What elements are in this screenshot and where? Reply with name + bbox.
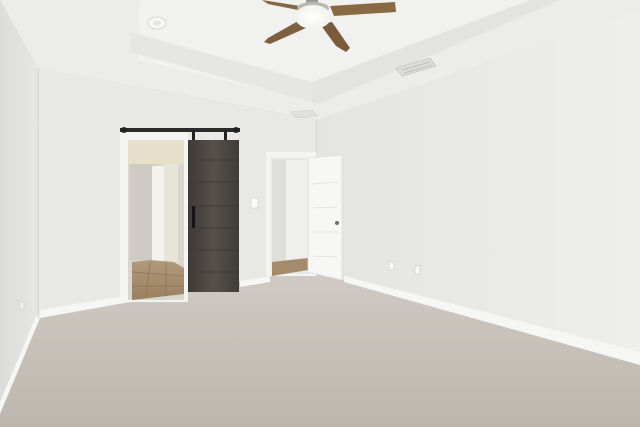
- outlet-icon: [414, 265, 421, 275]
- bathroom-inner-wall: [286, 160, 308, 260]
- outlet-icon: [388, 261, 395, 271]
- bedroom-scene: [0, 0, 640, 427]
- hallway-wall: [130, 160, 154, 260]
- hallway-door: [152, 166, 164, 262]
- hallway-tile-floor: [132, 260, 184, 300]
- fan-light: [295, 5, 331, 29]
- room-illustration: [0, 0, 640, 427]
- bathroom-inner-trim: [272, 160, 286, 262]
- hallway-bright-wall: [128, 140, 184, 164]
- light-switch-icon[interactable]: [250, 197, 259, 209]
- outlet-icon: [19, 301, 25, 311]
- bathroom-door[interactable]: [307, 154, 343, 281]
- barn-door-rail: [120, 128, 240, 132]
- barn-door[interactable]: [188, 140, 239, 292]
- barn-door-handle[interactable]: [192, 206, 195, 228]
- hallway-door-frame: [164, 158, 178, 264]
- door-knob[interactable]: [335, 221, 339, 225]
